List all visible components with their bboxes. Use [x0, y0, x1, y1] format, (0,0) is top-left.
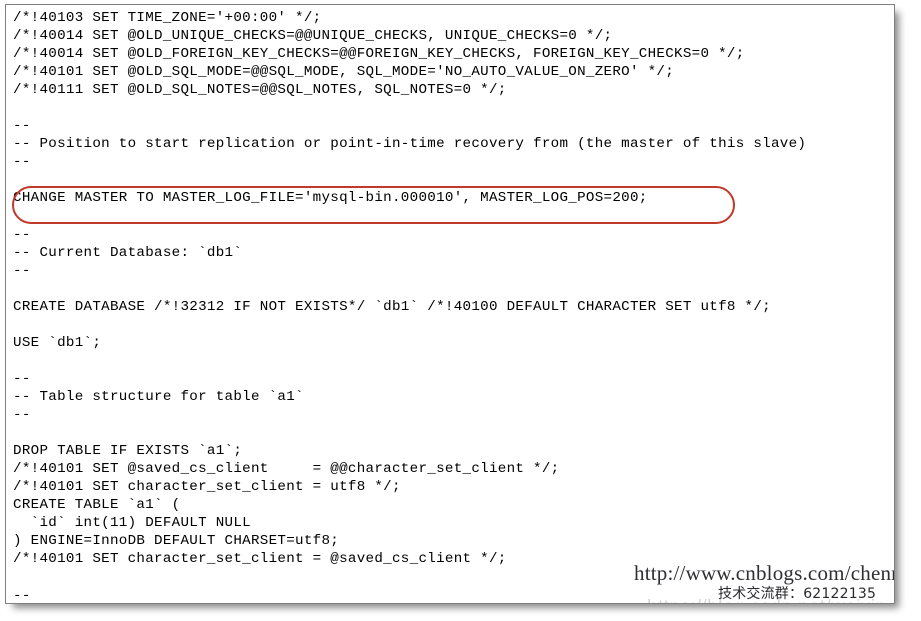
watermark-csdn-url: https://blog.csdn.net/weixin_46152207	[647, 597, 894, 603]
code-line: --	[13, 118, 31, 135]
code-line: --	[13, 407, 31, 424]
sql-dump-code-listing: /*!40103 SET TIME_ZONE='+00:00' */; /*!40…	[13, 9, 807, 603]
code-line: /*!40111 SET @OLD_SQL_NOTES=@@SQL_NOTES,…	[13, 82, 507, 99]
code-line: /*!40014 SET @OLD_UNIQUE_CHECKS=@@UNIQUE…	[13, 28, 613, 45]
code-line: CREATE DATABASE /*!32312 IF NOT EXISTS*/…	[13, 298, 771, 315]
code-line: --	[13, 262, 31, 279]
code-line: -- Table structure for table `a1`	[13, 388, 304, 405]
code-line: /*!40014 SET @OLD_FOREIGN_KEY_CHECKS=@@F…	[13, 46, 745, 63]
code-line: /*!40103 SET TIME_ZONE='+00:00' */;	[13, 10, 322, 26]
code-line: -- Position to start replication or poin…	[13, 136, 807, 153]
screenshot-root: /*!40103 SET TIME_ZONE='+00:00' */; /*!40…	[0, 0, 921, 621]
code-line: -- Current Database: `db1`	[13, 244, 243, 261]
code-pane: /*!40103 SET TIME_ZONE='+00:00' */; /*!40…	[5, 4, 895, 604]
code-line: `id` int(11) DEFAULT NULL	[13, 515, 251, 532]
code-line: --	[13, 370, 31, 387]
code-line: /*!40101 SET character_set_client = utf8…	[13, 479, 401, 496]
code-line: --	[13, 154, 31, 171]
code-line: ) ENGINE=InnoDB DEFAULT CHARSET=utf8;	[13, 533, 340, 550]
code-line-change-master: CHANGE MASTER TO MASTER_LOG_FILE='mysql-…	[13, 190, 648, 207]
code-line: USE `db1`;	[13, 334, 102, 351]
code-line: /*!40101 SET @saved_cs_client = @@charac…	[13, 461, 560, 478]
code-line: DROP TABLE IF EXISTS `a1`;	[13, 443, 243, 460]
code-line: --	[13, 226, 31, 243]
code-line: /*!40101 SET @OLD_SQL_MODE=@@SQL_MODE, S…	[13, 64, 675, 81]
code-line: CREATE TABLE `a1` (	[13, 497, 181, 514]
